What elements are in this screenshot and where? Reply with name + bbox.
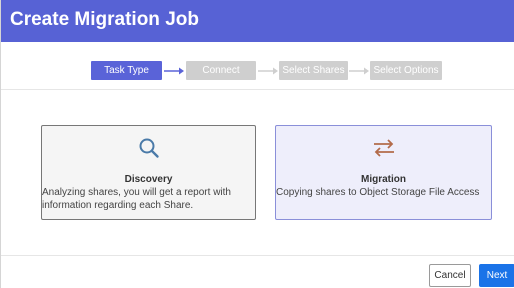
migration-card-title: Migration xyxy=(361,174,406,185)
header-divider xyxy=(1,89,514,90)
cancel-button[interactable]: Cancel xyxy=(429,264,471,287)
next-button[interactable]: Next xyxy=(479,264,514,287)
step-select-shares[interactable]: Select Shares xyxy=(279,61,348,80)
discovery-card[interactable]: Discovery Analyzing shares, you will get… xyxy=(41,125,256,220)
swap-arrows-icon xyxy=(373,139,394,157)
step-task-type[interactable]: Task Type xyxy=(91,61,162,80)
migration-card[interactable]: Migration Copying shares to Object Stora… xyxy=(275,125,492,220)
discovery-card-title: Discovery xyxy=(124,174,173,185)
step-arrow-icon xyxy=(164,67,184,75)
magnifier-icon xyxy=(139,138,159,158)
step-arrow-icon xyxy=(258,67,278,75)
dialog-title: Create Migration Job xyxy=(10,9,199,30)
step-connect[interactable]: Connect xyxy=(186,61,256,80)
wizard-stepper: Task Type Connect Select Shares Select O… xyxy=(1,58,514,84)
dialog-header: Create Migration Job xyxy=(1,0,514,42)
discovery-card-description: Analyzing shares, you will get a report … xyxy=(42,187,231,211)
step-select-options[interactable]: Select Options xyxy=(370,61,442,80)
footer-divider xyxy=(1,255,514,256)
migration-card-description: Copying shares to Object Storage File Ac… xyxy=(276,187,480,198)
create-migration-job-dialog: Create Migration Job Task Type Connect S… xyxy=(0,0,514,288)
step-arrow-icon xyxy=(349,67,369,75)
